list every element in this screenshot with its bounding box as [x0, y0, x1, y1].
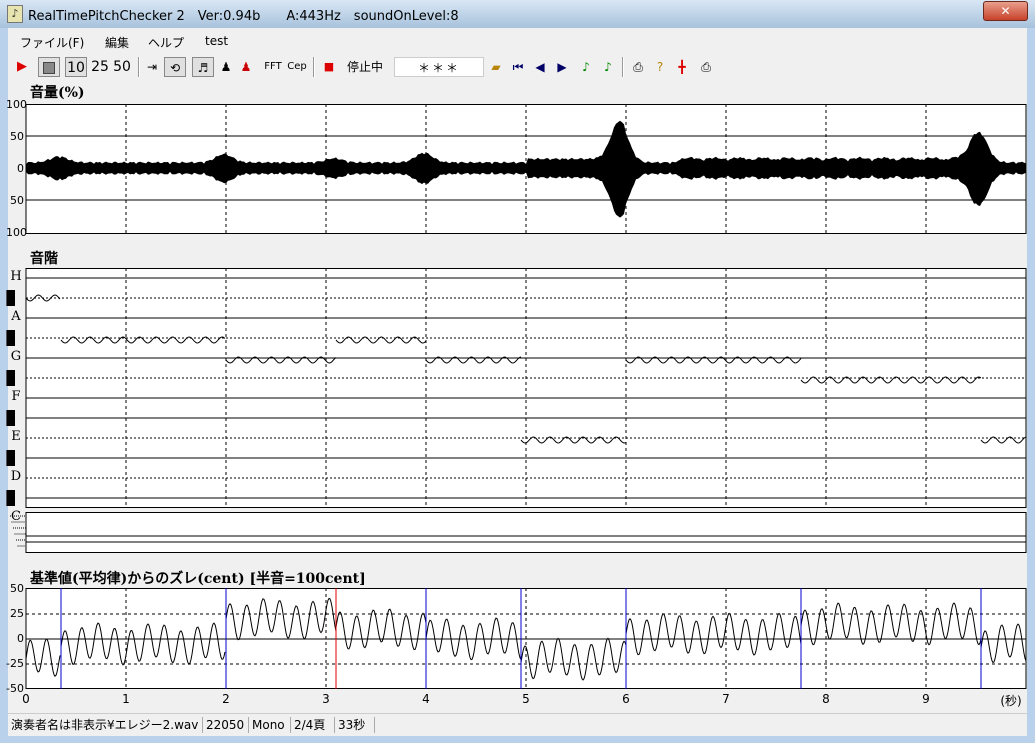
status-duration: 33秒 [335, 717, 375, 733]
close-button[interactable]: ✕ [983, 1, 1028, 21]
menu-edit[interactable]: 編集 [105, 34, 129, 51]
note-icon[interactable]: ♪ [578, 57, 594, 77]
menu-test[interactable]: test [205, 34, 228, 48]
status-bar: 演奏者名は非表示¥エレジー2.wav 22050 Mono 2/4頁 33秒 [8, 713, 1027, 736]
volume-panel-title: 音量(%) [30, 85, 85, 101]
printer-icon[interactable]: ⎙ [698, 57, 714, 77]
toolbar: ▶ 10 25 50 ⇥ ⟲ ♬ ♟ ♟ FFT Cep ■ 停止中 ＊＊＊ ▰… [8, 54, 1027, 80]
pitch-mini-strip [10, 512, 1027, 553]
marker-icon[interactable]: ╋ [674, 57, 690, 77]
first-page-icon[interactable]: ⏮ [510, 57, 526, 77]
print-icon[interactable]: ⎙ [630, 57, 646, 77]
status-label: 停止中 [346, 60, 383, 74]
x-axis-unit: (秒) [1000, 694, 1022, 708]
note-label: A [11, 309, 21, 324]
status-rate: 22050 [203, 717, 249, 733]
fft-button[interactable]: FFT [262, 57, 284, 77]
status-channels: Mono [249, 717, 291, 733]
x-tick-label: 8 [822, 692, 830, 706]
menu-help[interactable]: ヘルプ [148, 34, 184, 51]
x-tick-label: 7 [722, 692, 730, 706]
note-label: D [10, 469, 22, 484]
black-key-icon [6, 370, 15, 386]
stop-icon[interactable] [38, 57, 60, 77]
x-tick-label: 9 [922, 692, 930, 706]
open-folder-icon[interactable]: ▰ [488, 57, 504, 77]
cent-tick: 50 [10, 582, 24, 595]
window-title: RealTimePitchChecker 2 Ver:0.94b A:443Hz… [28, 9, 459, 24]
client-area: ファイル(F) 編集 ヘルプ test ▶ 10 25 50 ⇥ ⟲ ♬ ♟ ♟… [6, 28, 1027, 736]
loop-icon[interactable]: ⟲ [164, 57, 186, 77]
cent-tick: 25 [10, 607, 24, 620]
note-label: G [10, 349, 22, 364]
toolbar-separator [138, 57, 140, 77]
cep-button[interactable]: Cep [286, 57, 308, 77]
x-tick-label: 2 [222, 692, 230, 706]
status-page: 2/4頁 [291, 717, 335, 733]
x-tick-label: 6 [622, 692, 630, 706]
singer-icon[interactable]: ♟ [238, 57, 254, 77]
player-icon[interactable]: ♟ [218, 57, 234, 77]
app-icon[interactable]: ♪ [7, 5, 23, 23]
toolbar-separator [622, 57, 624, 77]
black-key-icon [6, 490, 15, 506]
menu-file[interactable]: ファイル(F) [20, 34, 84, 51]
volume-tick: 100 [6, 226, 27, 239]
status-file: 演奏者名は非表示¥エレジー2.wav [8, 717, 203, 733]
note-label: F [11, 389, 21, 404]
cent-panel-title: 基準値(平均律)からのズレ(cent) [半音=100cent] [30, 571, 366, 587]
prev-page-icon[interactable]: ◀ [532, 57, 548, 77]
toolbar-separator [313, 57, 315, 77]
record-icon[interactable]: ■ [322, 57, 336, 77]
black-key-icon [6, 330, 15, 346]
volume-tick: 100 [6, 98, 27, 111]
cent-tick: 0 [17, 632, 24, 645]
x-tick-label: 1 [122, 692, 130, 706]
volume-tick: 50 [10, 130, 24, 143]
cent-tick: -25 [6, 657, 24, 670]
note-label: H [10, 269, 22, 284]
volume-tick: 50 [10, 194, 24, 207]
title-bar: ♪ RealTimePitchChecker 2 Ver:0.94b A:443… [0, 0, 1035, 28]
speed-10-button[interactable]: 10 [65, 57, 87, 77]
play-icon[interactable]: ▶ [14, 57, 30, 77]
note-alt-icon[interactable]: ♪ [600, 57, 616, 77]
note-label: E [11, 429, 21, 444]
scale-panel-title: 音階 [30, 251, 58, 267]
mini-strip-frame [25, 512, 1027, 553]
jump-end-icon[interactable]: ⇥ [144, 57, 160, 77]
menu-bar: ファイル(F) 編集 ヘルプ test [8, 28, 1027, 52]
next-page-icon[interactable]: ▶ [554, 57, 570, 77]
x-tick-label: 4 [422, 692, 430, 706]
black-key-icon [6, 450, 15, 466]
x-tick-label: 3 [322, 692, 330, 706]
speed-50-button[interactable]: 50 [112, 57, 132, 77]
black-key-icon [6, 410, 15, 426]
volume-tick: 0 [17, 162, 24, 175]
black-key-icon [6, 290, 15, 306]
x-tick-label: 0 [22, 692, 30, 706]
x-tick-label: 5 [522, 692, 530, 706]
speed-25-button[interactable]: 25 [90, 57, 110, 77]
help-icon[interactable]: ? [652, 57, 668, 77]
violin-icon[interactable]: ♬ [192, 57, 214, 77]
volume-plot [25, 104, 1027, 234]
note-display: ＊＊＊ [394, 57, 484, 77]
scale-plot [25, 268, 1027, 508]
cent-plot [25, 588, 1027, 689]
